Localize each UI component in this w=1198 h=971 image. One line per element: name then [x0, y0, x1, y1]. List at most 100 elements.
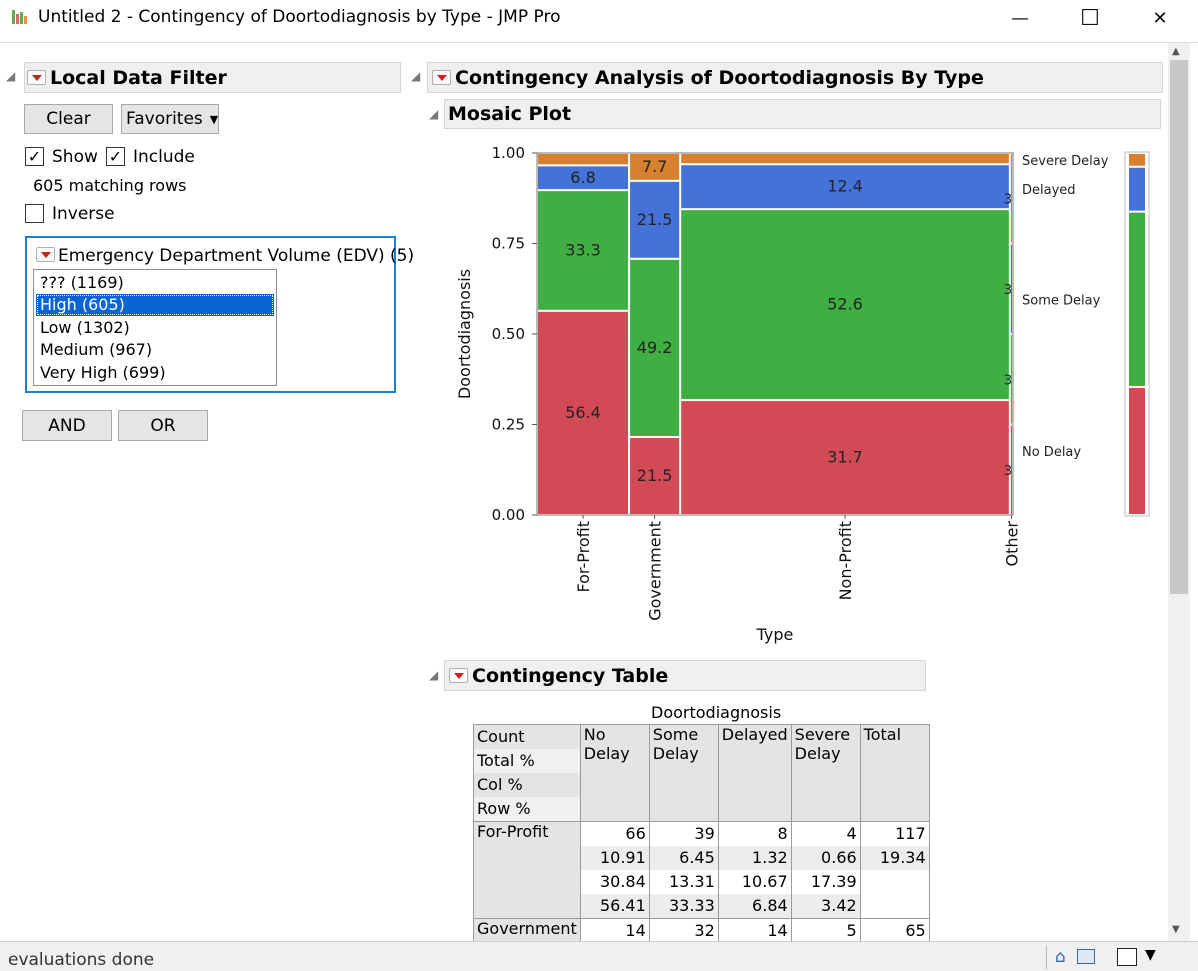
- cell-label: 12.4: [827, 177, 863, 196]
- marginal-bar-segment: [1129, 212, 1145, 386]
- column-header: Delayed: [717, 724, 792, 822]
- cell-label: 52.6: [827, 295, 863, 314]
- cell-value: 33.33: [649, 894, 718, 918]
- level-item-very-high[interactable]: Very High (699): [36, 362, 274, 384]
- column-header-line: Delayed: [721, 725, 788, 744]
- favorites-dropdown[interactable]: Favorites ▼: [121, 104, 219, 134]
- show-checkbox[interactable]: ✓: [25, 147, 44, 166]
- red-triangle-menu-icon[interactable]: [432, 70, 451, 85]
- window-title: Untitled 2 - Contingency of Doortodiagno…: [38, 7, 561, 27]
- cell-value: 6.84: [718, 894, 791, 918]
- disclosure-icon[interactable]: ◢: [429, 668, 438, 682]
- and-button[interactable]: AND: [22, 410, 112, 441]
- dropdown-arrow-icon: ▼: [209, 112, 219, 126]
- level-item-low[interactable]: Low (1302): [36, 317, 274, 339]
- column-header-line: Severe: [794, 725, 851, 744]
- y-tick-label: 0.50: [492, 325, 525, 343]
- stat-label: Row %: [474, 797, 580, 821]
- cell-value: 17.39: [810, 872, 857, 891]
- table-row: Government 14 32 14 5 65: [473, 918, 930, 944]
- edv-filter-title: Emergency Department Volume (EDV) (5): [58, 246, 415, 266]
- cell-value: 19.34: [860, 846, 929, 870]
- disclosure-icon[interactable]: ◢: [411, 69, 420, 83]
- cell-label: 7.7: [642, 157, 667, 176]
- level-item-medium[interactable]: Medium (967): [36, 339, 274, 361]
- maximize-button[interactable]: ☐: [1055, 0, 1125, 36]
- marginal-bar-segment: [1129, 167, 1145, 211]
- red-triangle-menu-icon[interactable]: [27, 70, 46, 85]
- minimize-button[interactable]: —: [985, 0, 1055, 36]
- cell-value: 56.41: [580, 894, 649, 918]
- disclosure-icon[interactable]: ◢: [429, 107, 438, 121]
- column-header: Total: [859, 724, 930, 822]
- cell-value: 65: [859, 918, 930, 944]
- contingency-table-header[interactable]: Contingency Table: [444, 660, 926, 691]
- cell-value: 117: [895, 824, 926, 843]
- red-triangle-menu-icon[interactable]: [36, 247, 55, 262]
- stat-label: Col %: [477, 775, 523, 794]
- cell-value: 32: [648, 918, 719, 944]
- home-icon[interactable]: ⌂: [1055, 947, 1066, 967]
- cell-value: 3.42: [791, 894, 860, 918]
- cell-value: 66: [625, 824, 646, 843]
- mosaic-plot-header[interactable]: Mosaic Plot: [444, 99, 1161, 129]
- table-row: For-Profit 66 10.91 30.84 56.41 39 6.45 …: [473, 821, 930, 919]
- red-triangle-menu-icon[interactable]: [449, 668, 468, 683]
- inverse-label: Inverse: [52, 204, 115, 224]
- cell-value: 13.31: [668, 872, 715, 891]
- x-axis-title: Type: [756, 625, 794, 644]
- cell-label: 56.4: [565, 403, 601, 422]
- mosaic-plot-title: Mosaic Plot: [448, 103, 572, 125]
- cell-label: 3: [1004, 192, 1012, 207]
- contingency-table: Count Total % Col % Row % No Delay Some De…: [473, 724, 930, 944]
- y-tick-label: 0.25: [492, 416, 525, 434]
- scrollbar-thumb[interactable]: [1170, 60, 1188, 594]
- show-label: Show: [52, 147, 98, 167]
- cell-label: 33.3: [565, 240, 601, 259]
- table-header-row: Count Total % Col % Row % No Delay Some De…: [473, 724, 930, 822]
- cell-label: 6.8: [570, 168, 595, 187]
- window-icon[interactable]: [1117, 948, 1137, 966]
- level-item-unknown[interactable]: ??? (1169): [36, 272, 274, 294]
- row-label: For-Profit: [473, 821, 581, 919]
- mosaic-cell: [681, 154, 1009, 164]
- close-button[interactable]: ✕: [1125, 0, 1195, 36]
- mosaic-plot: 56.4 33.3 6.8 For-Profit 21.5 49.2 21.5 7.7 Gove…: [455, 144, 1150, 644]
- column-header-line: No: [583, 725, 606, 744]
- cell-label: 49.2: [637, 338, 673, 357]
- row-label: Government: [473, 918, 581, 944]
- favorites-label: Favorites: [126, 109, 203, 129]
- column-header-line: Delay: [652, 744, 699, 763]
- table-icon[interactable]: [1077, 949, 1095, 964]
- inverse-checkbox[interactable]: [25, 204, 44, 223]
- contingency-analysis-header[interactable]: Contingency Analysis of Doortodiagnosis …: [427, 62, 1163, 93]
- cell-value: [861, 870, 929, 894]
- table-cell: 39 6.45 13.31 33.33: [648, 821, 719, 919]
- level-label: Some Delay: [1022, 293, 1101, 308]
- include-checkbox[interactable]: ✓: [106, 147, 125, 166]
- y-axis-title: Doortodiagnosis: [455, 269, 474, 399]
- scroll-up-icon[interactable]: ▲: [1172, 46, 1180, 57]
- cell-value: 39: [694, 824, 715, 843]
- column-header-line: Some: [652, 725, 699, 744]
- level-label: Delayed: [1022, 183, 1076, 198]
- x-tick-label: Other: [1002, 521, 1021, 567]
- local-data-filter-header[interactable]: Local Data Filter: [24, 62, 401, 93]
- cell-value: 10.67: [741, 872, 788, 891]
- edv-level-list[interactable]: ??? (1169) High (605) Low (1302) Medium …: [33, 269, 277, 386]
- cell-value: 14: [579, 918, 650, 944]
- stat-label-cell: Count Total % Col % Row %: [473, 724, 581, 822]
- local-data-filter-title: Local Data Filter: [50, 66, 227, 89]
- cell-label: 3: [1004, 464, 1012, 479]
- level-item-high[interactable]: High (605): [36, 294, 274, 316]
- scroll-down-icon[interactable]: ▼: [1172, 924, 1180, 935]
- cell-label: 3: [1004, 283, 1012, 298]
- cell-value: 5: [790, 918, 861, 944]
- status-bar: evaluations done ⌂ ▼: [0, 941, 1198, 971]
- menu-down-icon[interactable]: ▼: [1145, 947, 1156, 963]
- cell-label: 21.5: [637, 466, 673, 485]
- or-button[interactable]: OR: [118, 410, 208, 441]
- disclosure-icon[interactable]: ◢: [6, 69, 15, 83]
- clear-button[interactable]: Clear: [24, 104, 113, 134]
- contingency-table-title: Contingency Table: [472, 664, 669, 687]
